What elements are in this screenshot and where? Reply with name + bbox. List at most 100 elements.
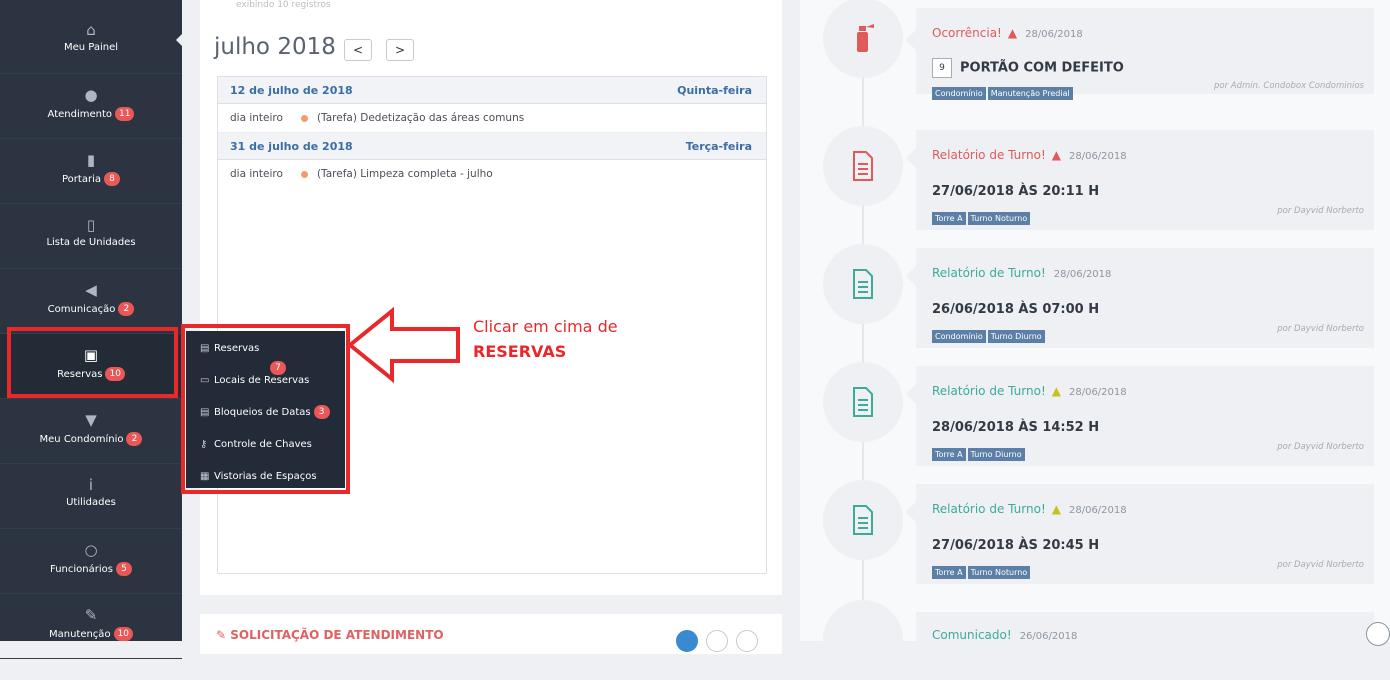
timeline-card-main: 27/06/2018 ÀS 20:11 H [932,184,1099,199]
sidebar-item-lista-de-unidades[interactable]: ▯ Lista de Unidades [0,204,182,269]
count-badge: 11 [115,107,135,121]
tag: Torre A [932,566,966,579]
card-title-text: Relatório de Turno! [932,266,1046,280]
event-title: (Tarefa) Limpeza completa - julho [316,168,493,180]
author-byline: por Dayvid Norberto [1277,442,1364,452]
sidebar-item-meu-condom-nio[interactable]: ▼ Meu Condomínio 2 [0,399,182,464]
microphone-icon: ● [84,86,98,104]
card-date: 28/06/2018 [1053,269,1112,280]
author-byline: por Dayvid Norberto [1277,324,1364,334]
count-badge: 2 [126,432,143,446]
records-count: exibindo 10 registros [236,0,331,10]
page-1-button[interactable] [676,630,698,652]
timeline-card[interactable]: Relatório de Turno! ▲ 28/06/2018 27/06/2018… [916,130,1374,230]
sidebar-item-label: Manutenção [48,629,111,640]
tag: Manutenção Predial [987,87,1073,100]
sidebar-item-label: Meu Painel [63,42,119,53]
sidebar-item-label: Funcionários [50,564,113,575]
page-2-button[interactable] [706,630,728,652]
agenda-event[interactable]: dia inteiro (Tarefa) Dedetização das área… [218,104,766,133]
author-byline: por Admin. Condobox Condominios [1213,81,1364,91]
sidebar: ⌂ Meu Painel ● Atendimento 11 ▮ Portaria 8 ▯ List… [0,0,182,659]
timeline-card[interactable]: Relatório de Turno! 28/06/2018 26/06/2018 … [916,248,1374,348]
timeline-card-main: 9 PORTÃO COM DEFEITO [932,58,1124,78]
timeline-card[interactable]: Relatório de Turno! ▲ 28/06/2018 28/06/2018… [916,366,1374,466]
megaphone-icon [823,600,903,680]
card-title-text: Relatório de Turno! [932,384,1046,398]
card-pointer [906,384,916,404]
agenda-day-header: 12 de julho de 2018 Quinta-feira [218,77,766,104]
annotation-arrow-icon [346,306,460,384]
annotation-line1: Clicar em cima de [473,317,618,336]
timeline-card-title: Relatório de Turno! ▲ 28/06/2018 [932,384,1127,398]
card-title-text: Ocorrência! [932,26,1002,40]
highlight-box-submenu [181,324,350,494]
building-icon: ▯ [86,216,96,234]
timeline-card-main: 27/06/2018 ÀS 20:45 H [932,538,1099,553]
document-red-icon [823,126,903,206]
card-pointer [906,502,916,522]
tag: Condomínio [932,87,986,100]
agenda-weekday: Quinta-feira [677,84,752,97]
document-green-icon [823,480,903,560]
card-date: 28/06/2018 [1068,387,1127,398]
card-main-text: 27/06/2018 ÀS 20:11 H [932,184,1100,199]
agenda-weekday: Terça-feira [685,140,752,153]
sidebar-item-label: Comunicação [47,304,116,315]
document-green-icon [823,244,903,324]
tag: Torre A [932,212,966,225]
sidebar-item-meu-painel[interactable]: ⌂ Meu Painel [0,9,182,74]
timeline-card[interactable]: Ocorrência! ▲ 28/06/2018 9 PORTÃO COM DEFEIT… [916,8,1374,100]
card-main-text: 28/06/2018 ÀS 14:52 H [932,420,1100,435]
prev-month-button[interactable]: < [344,39,372,61]
event-dot-icon [300,170,308,178]
sidebar-item-funcion-rios[interactable]: ○ Funcionários 5 [0,529,182,594]
sidebar-item-label: Portaria [62,174,101,185]
warning-icon: ▲ [1007,26,1018,40]
scroll-top-button[interactable] [1366,622,1390,646]
document-green-icon [823,362,903,442]
tag: Turno Diurno [987,330,1045,343]
agenda-event[interactable]: dia inteiro (Tarefa) Limpeza completa - j… [218,160,766,189]
pin-icon: ▼ [85,411,97,429]
warning-icon: ▲ [1051,502,1061,516]
next-month-button[interactable]: > [386,39,414,61]
sidebar-item-label: Atendimento [47,109,113,120]
card-date: 28/06/2018 [1025,29,1083,40]
card-pointer [906,266,916,286]
home-icon: ⌂ [86,21,96,39]
tag-list: Torre A Turno Diurno [932,442,1027,461]
card-date: 28/06/2018 [1068,151,1127,162]
highlight-box-sidebar [7,327,178,398]
card-pointer [906,148,916,168]
timeline-card[interactable]: Relatório de Turno! ▲ 28/06/2018 27/06/2018… [916,484,1374,584]
month-label: julho 2018 [214,34,336,60]
tag: Turno Diurno [967,448,1025,461]
tag-list: Condomínio Turno Diurno [932,324,1047,343]
timeline-card-title: Relatório de Turno! ▲ 28/06/2018 [932,502,1127,516]
sidebar-item-comunica-o[interactable]: ◀ Comunicação 2 [0,269,182,334]
timeline-card-title: Relatório de Turno! 28/06/2018 [932,266,1111,280]
circle-icon: ○ [84,541,98,559]
sidebar-item-portaria[interactable]: ▮ Portaria 8 [0,139,182,204]
tag-list: Torre A Turno Noturno [932,206,1032,225]
event-time: dia inteiro [230,168,283,180]
author-byline: por Dayvid Norberto [1277,206,1364,216]
timeline-card[interactable]: Comunicado! 26/06/2018 [916,612,1374,652]
agenda-date: 31 de julho de 2018 [230,140,353,153]
occurrence-number: 9 [932,58,952,78]
sidebar-item-atendimento[interactable]: ● Atendimento 11 [0,74,182,139]
card-main-text: PORTÃO COM DEFEITO [960,60,1124,76]
agenda-date: 12 de julho de 2018 [230,84,353,97]
card-main-text: 26/06/2018 ÀS 07:00 H [932,302,1100,317]
timeline-card-title: Relatório de Turno! ▲ 28/06/2018 [932,148,1127,162]
page-3-button[interactable] [736,630,758,652]
author-byline: por Dayvid Norberto [1277,560,1364,570]
timeline-card-main: 26/06/2018 ÀS 07:00 H [932,302,1099,317]
timeline-card-title: Comunicado! 26/06/2018 [932,628,1078,642]
door-icon: ▮ [86,151,96,169]
sidebar-item-manuten-o[interactable]: ✎ Manutenção 10 [0,594,182,659]
sidebar-item-utilidades[interactable]: i Utilidades [0,464,182,529]
warning-icon: ▲ [1051,384,1061,398]
card-main-text: 27/06/2018 ÀS 20:45 H [932,538,1100,553]
